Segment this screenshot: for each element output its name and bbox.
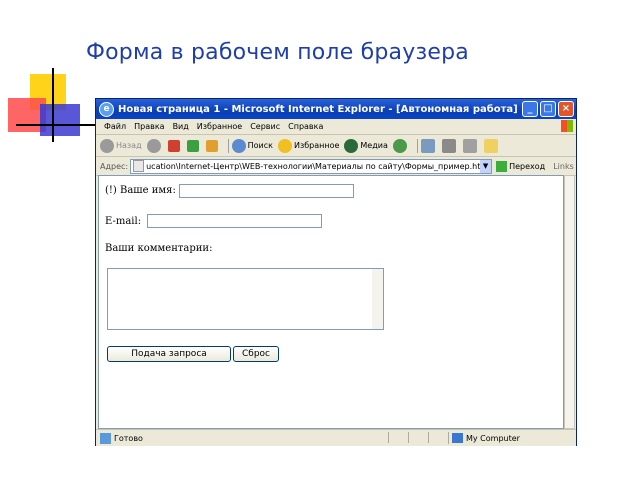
edit-icon <box>462 138 477 153</box>
history-icon <box>392 138 407 153</box>
computer-icon <box>452 433 463 443</box>
address-url: ucation\Internet-Центр\WEB-технологии\Ма… <box>146 161 489 171</box>
windows-logo-icon <box>561 120 573 132</box>
media-button[interactable]: Медиа <box>344 138 388 153</box>
address-label: Адрес: <box>100 161 129 171</box>
stop-button[interactable] <box>167 139 182 152</box>
slide-title: Форма в рабочем поле браузера <box>86 40 469 65</box>
home-icon <box>205 139 218 152</box>
zone-indicator: My Computer <box>448 432 520 444</box>
media-label: Медиа <box>360 141 388 150</box>
window-titlebar[interactable]: e Новая страница 1 - Microsoft Internet … <box>96 99 576 119</box>
menu-help[interactable]: Справка <box>288 122 323 131</box>
mail-icon <box>420 138 435 153</box>
go-button[interactable]: Переход <box>496 160 546 172</box>
search-button[interactable]: Поиск <box>231 138 273 153</box>
email-input[interactable] <box>147 214 322 228</box>
reset-button[interactable]: Сброс <box>233 346 279 362</box>
ie-logo-icon: e <box>99 101 114 117</box>
menu-file[interactable]: Файл <box>104 122 126 131</box>
back-button[interactable]: Назад <box>100 138 142 153</box>
search-icon <box>231 138 246 153</box>
refresh-icon <box>186 139 199 152</box>
forward-arrow-icon <box>146 138 161 153</box>
mail-button[interactable] <box>420 138 437 153</box>
back-arrow-icon <box>100 138 114 153</box>
edit-button[interactable] <box>462 138 479 153</box>
name-input[interactable] <box>179 184 354 198</box>
links-button[interactable]: Links <box>553 162 574 171</box>
decorative-shapes <box>0 60 100 150</box>
toolbar-separator <box>227 138 229 153</box>
maximize-button[interactable]: □ <box>540 101 556 117</box>
print-button[interactable] <box>441 138 458 153</box>
textarea-scrollbar[interactable] <box>372 269 383 329</box>
address-bar: Адрес: ucation\Internet-Центр\WEB-технол… <box>96 157 576 176</box>
address-input[interactable]: ucation\Internet-Центр\WEB-технологии\Ма… <box>130 158 493 174</box>
media-icon <box>344 138 359 153</box>
page-scrollbar[interactable] <box>564 175 575 429</box>
star-icon <box>277 138 292 153</box>
chevron-down-icon[interactable]: ▼ <box>480 159 492 173</box>
favorites-label: Избранное <box>293 141 340 150</box>
favorites-button[interactable]: Избранное <box>277 138 340 153</box>
submit-button[interactable]: Подача запроса <box>107 346 231 362</box>
search-label: Поиск <box>247 141 273 150</box>
back-label: Назад <box>116 141 142 150</box>
forward-button[interactable] <box>146 138 163 153</box>
menu-view[interactable]: Вид <box>173 122 189 131</box>
name-label: (!) Ваше имя: <box>105 185 176 196</box>
menu-tools[interactable]: Сервис <box>250 122 280 131</box>
print-icon <box>441 138 456 153</box>
page-icon <box>133 160 145 172</box>
browser-window: e Новая страница 1 - Microsoft Internet … <box>95 98 577 446</box>
comments-textarea[interactable] <box>107 268 384 330</box>
refresh-button[interactable] <box>186 139 201 152</box>
status-cell <box>388 432 409 443</box>
status-text: Готово <box>114 433 143 443</box>
status-bar: Готово My Computer <box>96 429 576 446</box>
messenger-button[interactable] <box>483 138 500 153</box>
status-cell <box>428 432 447 443</box>
email-label: E-mail: <box>105 216 142 227</box>
history-button[interactable] <box>392 138 409 153</box>
go-label: Переход <box>509 161 546 171</box>
status-cell <box>408 432 429 443</box>
menu-edit[interactable]: Правка <box>134 122 164 131</box>
menu-favorites[interactable]: Избранное <box>197 122 242 131</box>
go-arrow-icon <box>496 160 508 172</box>
home-button[interactable] <box>205 139 220 152</box>
toolbar: Назад Поиск Избранное Медиа <box>96 135 576 157</box>
zone-label: My Computer <box>466 433 520 443</box>
menu-bar: Файл Правка Вид Избранное Сервис Справка <box>96 119 576 135</box>
stop-icon <box>167 139 180 152</box>
page-status-icon <box>100 432 111 444</box>
page-content: (!) Ваше имя: E-mail: Ваши комментарии: … <box>98 175 564 429</box>
window-title: Новая страница 1 - Microsoft Internet Ex… <box>118 103 518 115</box>
close-button[interactable]: × <box>558 101 574 117</box>
minimize-button[interactable]: _ <box>522 101 538 117</box>
comments-label: Ваши комментарии: <box>105 243 213 254</box>
toolbar-separator <box>416 138 418 153</box>
folder-icon <box>483 138 498 153</box>
